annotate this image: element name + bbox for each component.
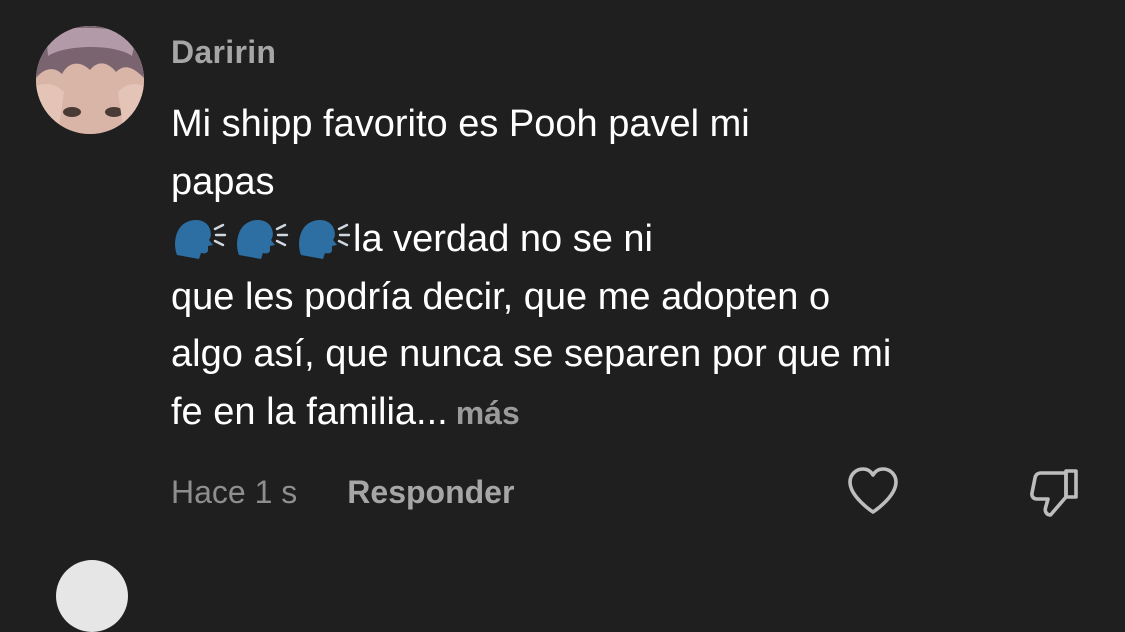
next-comment-avatar[interactable] <box>56 560 128 632</box>
heart-outline-icon[interactable] <box>846 466 900 516</box>
comment-username[interactable]: Daririn <box>171 34 276 71</box>
comment-line: papas <box>171 160 275 203</box>
comment-line: algo así, que nunca se separen por que m… <box>171 333 892 376</box>
comment-body: Mi shipp favorito es Pooh pavel mi papas… <box>171 96 1071 442</box>
comment-item: Daririn Mi shipp favorito es Pooh pavel … <box>0 0 1125 632</box>
comment-line-text: fe en la familia <box>171 390 417 433</box>
comment-footer: Hace 1 s Responder <box>171 472 514 512</box>
ellipsis: ... <box>416 390 448 433</box>
user-avatar[interactable] <box>36 26 144 134</box>
comment-line: Mi shipp favorito es Pooh pavel mi <box>171 103 750 145</box>
more-link[interactable]: más <box>456 395 520 431</box>
comment-line: que les podría decir, que me adopten o <box>171 275 831 318</box>
comment-line-text: la verdad no se ni <box>353 218 653 261</box>
reply-button[interactable]: Responder <box>347 474 514 511</box>
comment-timestamp: Hace 1 s <box>171 473 298 510</box>
speaking-head-emoji-icon <box>299 220 351 260</box>
thumbs-down-icon[interactable] <box>1026 465 1082 519</box>
speaking-head-emoji-icon <box>175 220 227 260</box>
comment-line-emoji: la verdad no se ni <box>171 211 1071 269</box>
comment-line-last: fe en la familia... más <box>171 384 1071 442</box>
speaking-head-emoji-icon <box>237 220 289 260</box>
